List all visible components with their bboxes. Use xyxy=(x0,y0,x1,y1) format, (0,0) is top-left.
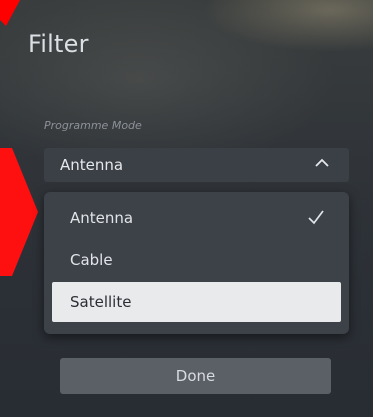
checkmark-icon xyxy=(308,210,324,225)
option-label: Cable xyxy=(70,251,113,269)
chevron-up-icon xyxy=(315,158,329,167)
programme-mode-label: Programme Mode xyxy=(44,119,142,132)
programme-mode-select[interactable]: Antenna xyxy=(44,148,349,182)
dialog-title: Filter xyxy=(28,30,89,58)
programme-mode-dropdown: Antenna Cable Satellite xyxy=(44,192,349,334)
option-cable[interactable]: Cable xyxy=(52,240,341,280)
done-button[interactable]: Done xyxy=(60,358,331,394)
programme-mode-selected-value: Antenna xyxy=(60,156,124,174)
option-antenna[interactable]: Antenna xyxy=(52,198,341,238)
option-label: Satellite xyxy=(70,293,132,311)
option-satellite[interactable]: Satellite xyxy=(52,282,341,322)
annotation-arrow-left xyxy=(0,148,38,276)
annotation-arrow-top xyxy=(0,0,20,26)
done-button-label: Done xyxy=(175,367,216,385)
option-label: Antenna xyxy=(70,209,134,227)
